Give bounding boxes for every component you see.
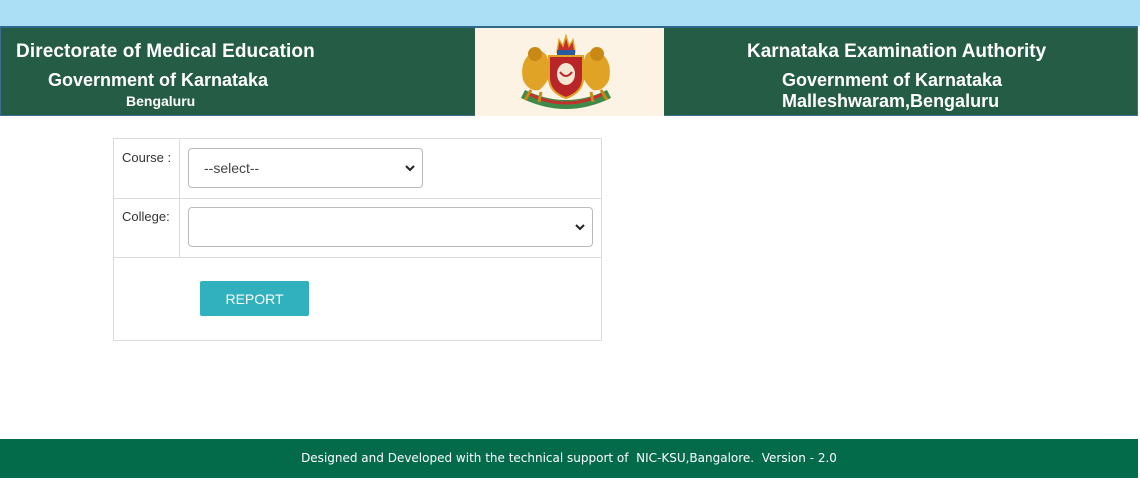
header-right-title: Karnataka Examination Authority (747, 41, 1047, 62)
college-label-cell: College: (114, 198, 180, 257)
top-strip (0, 0, 1140, 26)
course-row: Course : --select-- (114, 139, 601, 199)
college-row: College: (114, 198, 601, 258)
header-left-subtitle: Government of Karnataka (48, 70, 269, 90)
header-right-subtitle: Government of Karnataka (782, 70, 1003, 90)
action-row: REPORT (114, 257, 601, 340)
header-left-city: Bengaluru (126, 93, 196, 109)
report-button[interactable]: REPORT (200, 281, 309, 316)
report-form: Course : --select-- College: REPORT (113, 138, 602, 341)
course-label-cell: Course : (114, 139, 180, 198)
college-select[interactable] (188, 207, 593, 247)
header-right-city: Malleshwaram,Bengaluru (782, 91, 1000, 111)
header-right: Karnataka Examination Authority Governme… (664, 28, 1138, 116)
header-left: Directorate of Medical Education Governm… (1, 28, 475, 116)
college-label: College: (122, 209, 170, 224)
course-select[interactable]: --select-- (188, 148, 423, 188)
course-label: Course : (122, 150, 172, 165)
header-left-title: Directorate of Medical Education (16, 41, 315, 62)
emblem-container (475, 28, 664, 116)
chevron-down-icon (575, 224, 585, 231)
header-banner: Directorate of Medical Education Governm… (0, 26, 1138, 116)
footer-credits: Designed and Developed with the technica… (0, 439, 1138, 478)
chevron-down-icon (405, 165, 415, 172)
karnataka-state-emblem-icon (521, 33, 611, 109)
course-selected-value: --select-- (204, 160, 260, 176)
